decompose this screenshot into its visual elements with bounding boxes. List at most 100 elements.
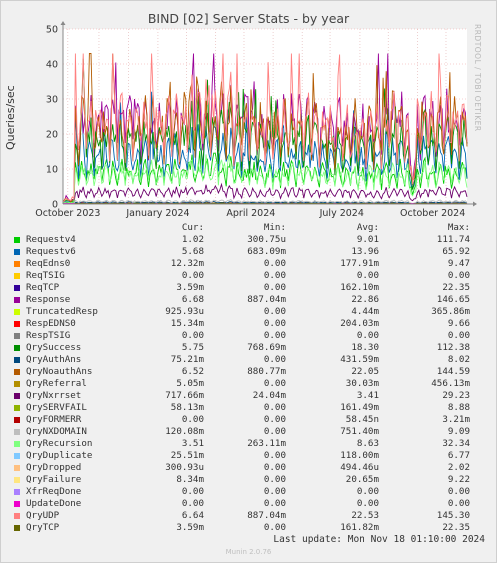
- legend-row: QryDuplicate 25.51m 0.00 118.00m 6.77: [14, 450, 484, 462]
- x-tick-label: October 2023: [35, 208, 100, 219]
- y-tick-label: 20: [46, 130, 58, 141]
- legend-avg-value: 161.82m: [340, 522, 379, 533]
- legend-series-name: Requestv4: [26, 234, 76, 245]
- legend-cur-value: 0.00: [181, 486, 204, 497]
- legend-max-value: 365.86m: [431, 306, 470, 317]
- legend-row: Requestv6 5.68 683.09m 13.96 65.92: [14, 246, 484, 258]
- legend-row: UpdateDone 0.00 0.00 0.00 0.00: [14, 498, 484, 510]
- legend-avg-value: 431.59m: [340, 354, 379, 365]
- legend-swatch: [14, 489, 20, 495]
- legend-series-name: XfrReqDone: [26, 486, 82, 497]
- legend-avg-value: 177.91m: [340, 258, 379, 269]
- munin-version: Munin 2.0.76: [225, 548, 272, 556]
- legend-avg-value: 162.10m: [340, 282, 379, 293]
- legend-avg-value: 13.96: [351, 246, 379, 257]
- legend-series-name: RespTSIG: [26, 330, 71, 341]
- legend-cur-value: 6.68: [181, 294, 204, 305]
- legend-avg-value: 161.49m: [340, 402, 379, 413]
- legend-swatch: [14, 249, 20, 255]
- legend-series-name: ReqTSIG: [26, 270, 65, 281]
- y-tick-label: 10: [46, 165, 58, 176]
- legend-series-name: QrySERVFAIL: [26, 402, 87, 413]
- legend-avg-value: 4.44m: [351, 306, 379, 317]
- legend-swatch: [14, 393, 20, 399]
- legend-min-value: 0.00: [263, 318, 286, 329]
- legend-min-value: 0.00: [263, 402, 286, 413]
- legend-row: ReqEdns0 12.32m 0.00 177.91m 9.47: [14, 258, 484, 270]
- legend-max-value: 8.88: [447, 402, 470, 413]
- legend-cur-value: 6.64: [181, 510, 204, 521]
- legend-row: QryDropped 300.93u 0.00 494.46u 2.02: [14, 462, 484, 474]
- legend-max-value: 146.65: [436, 294, 470, 305]
- legend-row: QryTCP 3.59m 0.00 161.82m 22.35: [14, 522, 484, 534]
- legend-avg-value: 9.01: [356, 234, 379, 245]
- legend-row: RespTSIG 0.00 0.00 0.00 0.00: [14, 330, 484, 342]
- legend-avg-value: 8.63: [356, 438, 379, 449]
- legend-max-value: 9.66: [447, 318, 470, 329]
- legend-max-value: 6.77: [447, 450, 470, 461]
- legend-cur-value: 5.68: [181, 246, 204, 257]
- legend-avg-value: 18.30: [351, 342, 379, 353]
- legend-max-value: 3.21m: [442, 414, 470, 425]
- legend-cur-value: 12.32m: [170, 258, 204, 269]
- legend-min-value: 768.69m: [247, 342, 286, 353]
- legend-cur-value: 0.00: [181, 330, 204, 341]
- legend-avg-value: 0.00: [356, 486, 379, 497]
- legend-row: QryNXDOMAIN 120.08m 0.00 751.40m 9.09: [14, 426, 484, 438]
- x-tick-label: October 2024: [400, 208, 465, 219]
- legend-swatch: [14, 501, 20, 507]
- legend-swatch: [14, 453, 20, 459]
- legend-series-name: QryTCP: [26, 522, 60, 533]
- legend-swatch: [14, 405, 20, 411]
- legend-min-value: 683.09m: [247, 246, 286, 257]
- header-min: Min:: [263, 222, 286, 233]
- legend-swatch: [14, 237, 20, 243]
- legend-swatch: [14, 333, 20, 339]
- legend-min-value: 0.00: [263, 258, 286, 269]
- legend-min-value: 0.00: [263, 522, 286, 533]
- legend-min-value: 887.04m: [247, 510, 286, 521]
- header-avg: Avg:: [356, 222, 379, 233]
- legend-cur-value: 5.75: [181, 342, 204, 353]
- legend-min-value: 0.00: [263, 474, 286, 485]
- legend-swatch: [14, 513, 20, 519]
- legend-series-name: Requestv6: [26, 246, 76, 257]
- legend-cur-value: 0.00: [181, 414, 204, 425]
- legend-series-name: QryNxrrset: [26, 390, 82, 401]
- legend-series-name: ReqTCP: [26, 282, 60, 293]
- legend-cur-value: 8.34m: [176, 474, 204, 485]
- legend-max-value: 0.00: [447, 330, 470, 341]
- legend-avg-value: 0.00: [356, 330, 379, 341]
- legend-swatch: [14, 273, 20, 279]
- legend-row: ReqTCP 3.59m 0.00 162.10m 22.35: [14, 282, 484, 294]
- legend-rows: Requestv4 1.02 300.75u 9.01 111.74 Requestv6 5…: [14, 234, 484, 534]
- legend-row: QryNxrrset 717.66m 24.04m 3.41 29.23: [14, 390, 484, 402]
- legend-min-value: 0.00: [263, 486, 286, 497]
- legend-row: QrySERVFAIL 58.13m 0.00 161.49m 8.88: [14, 402, 484, 414]
- legend-series-name: QryNoauthAns: [26, 366, 93, 377]
- legend-row: Response 6.68 887.04m 22.86 146.65: [14, 294, 484, 306]
- legend-max-value: 22.35: [442, 282, 470, 293]
- legend-max-value: 22.35: [442, 522, 470, 533]
- legend-swatch: [14, 297, 20, 303]
- legend-min-value: 0.00: [263, 330, 286, 341]
- legend-row: XfrReqDone 0.00 0.00 0.00 0.00: [14, 486, 484, 498]
- legend-row: QryReferral 5.05m 0.00 30.03m 456.13m: [14, 378, 484, 390]
- legend-avg-value: 751.40m: [340, 426, 379, 437]
- legend-max-value: 9.22: [447, 474, 470, 485]
- legend-min-value: 0.00: [263, 462, 286, 473]
- legend-series-name: QryDuplicate: [26, 450, 93, 461]
- legend-series-name: QryRecursion: [26, 438, 93, 449]
- legend-swatch: [14, 465, 20, 471]
- legend-swatch: [14, 381, 20, 387]
- legend-cur-value: 717.66m: [165, 390, 204, 401]
- y-axis-arrow: [60, 21, 66, 25]
- y-tick-label: 50: [46, 25, 58, 36]
- legend-row: QryUDP 6.64 887.04m 22.53 145.30: [14, 510, 484, 522]
- legend-max-value: 29.23: [442, 390, 470, 401]
- legend-row: QryFORMERR 0.00 0.00 58.45n 3.21m: [14, 414, 484, 426]
- y-tick-label: 30: [46, 95, 58, 106]
- legend-swatch: [14, 417, 20, 423]
- y-tick-label: 40: [46, 60, 58, 71]
- legend-min-value: 880.77m: [247, 366, 286, 377]
